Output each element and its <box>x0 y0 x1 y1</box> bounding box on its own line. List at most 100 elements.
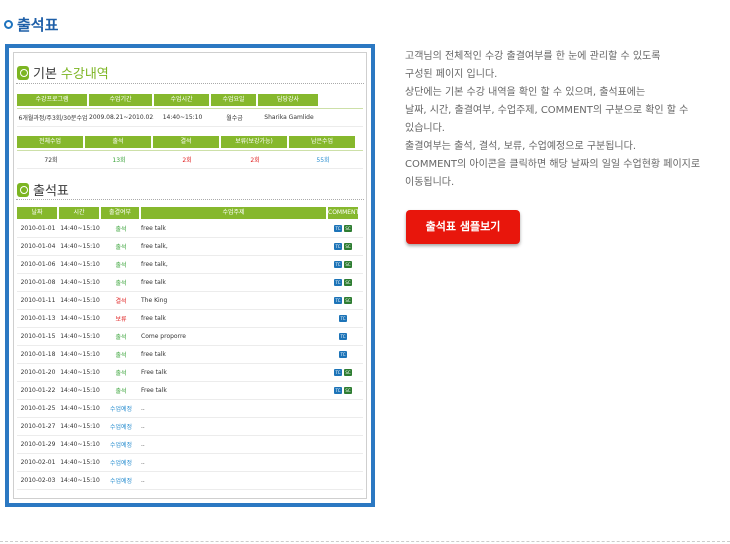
table-row: 2010-01-06 14:40~15:10 출석 free talk, TC SC <box>17 256 363 274</box>
basic-value-cell: Sharika Gamlide <box>264 114 314 121</box>
divider <box>16 199 364 200</box>
basic-value-row: 6개월과정/주3회/30분수업2009.08.21~2010.02.03 14:4… <box>17 109 363 127</box>
basic-header-cell: 수업요일 <box>211 93 256 106</box>
table-row: 2010-01-22 14:40~15:10 출석 Free talk TC SC <box>17 382 363 400</box>
table-row: 2010-01-13 14:40~15:10 보류 free talk TC <box>17 310 363 328</box>
student-comment-icon[interactable]: SC <box>344 387 352 394</box>
teacher-comment-icon[interactable]: TC <box>334 243 342 250</box>
teacher-comment-icon[interactable]: TC <box>334 279 342 286</box>
date-cell: 2010-01-01 <box>20 225 56 232</box>
status-cell: 결석 <box>115 298 127 305</box>
status-cell: 출석 <box>115 334 127 341</box>
status-cell: 출석 <box>115 262 127 269</box>
date-cell: 2010-01-25 <box>20 405 56 412</box>
status-cell: 수업예정 <box>109 460 133 467</box>
date-cell: 2010-01-13 <box>20 315 56 322</box>
stats-value-cell: 13회 <box>112 157 126 164</box>
table-row: 2010-01-11 14:40~15:10 결석 The King TC SC <box>17 292 363 310</box>
student-comment-icon[interactable]: SC <box>344 279 352 286</box>
table-row: 2010-02-03 14:40~15:10 수업예정.. <box>17 472 363 490</box>
time-cell: 14:40~15:10 <box>60 279 100 286</box>
comment-cell: TC SC <box>328 243 358 250</box>
basic-value-cell: 2009.08.21~2010.02.03 <box>89 114 154 121</box>
status-cell: 수업예정 <box>109 478 133 485</box>
description: 고객님의 전체적인 수강 출결여부를 한 눈에 관리할 수 있도록 구성된 페이지… <box>405 48 730 192</box>
student-comment-icon[interactable]: SC <box>344 225 352 232</box>
basic-heading-prefix: 기본 <box>33 67 57 82</box>
student-comment-icon[interactable]: SC <box>344 297 352 304</box>
topic-cell: free talk <box>141 315 166 322</box>
attendance-header-row: 날짜 시간 출결여부 수업주제 COMMENT <box>17 206 363 220</box>
section-title-text: 출석표 <box>17 16 59 34</box>
teacher-comment-icon[interactable]: TC <box>334 297 342 304</box>
comment-cell: TC <box>328 333 358 340</box>
status-cell: 수업예정 <box>109 406 133 413</box>
description-line: 상단에는 기본 수강 내역을 확인 할 수 있으며, 출석표에는 <box>405 87 646 98</box>
time-cell: 14:40~15:10 <box>60 225 100 232</box>
comment-cell: TC SC <box>328 261 358 268</box>
student-comment-icon[interactable]: SC <box>344 369 352 376</box>
attendance-heading: 출석표 <box>17 180 69 199</box>
leaf-icon <box>17 65 29 80</box>
topic-cell: .. <box>141 441 145 448</box>
student-comment-icon[interactable]: SC <box>344 243 352 250</box>
table-row: 2010-01-15 14:40~15:10 출석 Come proporre TC <box>17 328 363 346</box>
table-row: 2010-02-01 14:40~15:10 수업예정.. <box>17 454 363 472</box>
date-cell: 2010-01-18 <box>20 351 56 358</box>
comment-cell: TC <box>328 315 358 322</box>
time-cell: 14:40~15:10 <box>60 405 100 412</box>
basic-header-row: 수강프로그램 수업기간 수업시간 수업요일 담당강사 <box>17 91 363 109</box>
circle-bullet-icon <box>4 20 13 29</box>
time-cell: 14:40~15:10 <box>60 261 100 268</box>
teacher-comment-icon[interactable]: TC <box>339 351 347 358</box>
time-cell: 14:40~15:10 <box>60 369 100 376</box>
topic-cell: Come proporre <box>141 333 186 340</box>
status-cell: 출석 <box>115 352 127 359</box>
stats-value-row: 72회 13회 2회 2회 55회 <box>17 151 363 169</box>
teacher-comment-icon[interactable]: TC <box>334 225 342 232</box>
topic-cell: .. <box>141 459 145 466</box>
comment-cell: TC SC <box>328 387 358 394</box>
attendance-heading-text: 출석표 <box>33 184 69 199</box>
basic-value-cell: 14:40~15:10 <box>162 114 203 121</box>
description-line: 구성된 페이지 입니다. <box>405 69 498 80</box>
teacher-comment-icon[interactable]: TC <box>339 315 347 322</box>
time-cell: 14:40~15:10 <box>60 351 100 358</box>
student-comment-icon[interactable]: SC <box>344 261 352 268</box>
table-row: 2010-01-20 14:40~15:10 출석 Free talk TC SC <box>17 364 363 382</box>
topic-cell: .. <box>141 477 145 484</box>
description-line: 출결여부는 출석, 결석, 보류, 수업예정으로 구분됩니다. <box>405 141 637 152</box>
basic-value-cell: 6개월과정/주3회/30분수업 <box>18 115 88 122</box>
stats-value-cell: 55회 <box>316 157 330 164</box>
teacher-comment-icon[interactable]: TC <box>334 369 342 376</box>
attendance-table: 날짜 시간 출결여부 수업주제 COMMENT 2010-01-01 14:40~15:1… <box>17 206 363 490</box>
section-title: 출석표 <box>4 14 58 35</box>
time-cell: 14:40~15:10 <box>60 459 100 466</box>
comment-cell: TC SC <box>328 225 358 232</box>
stats-value-cell: 2회 <box>250 157 260 164</box>
table-row: 2010-01-29 14:40~15:10 수업예정.. <box>17 436 363 454</box>
screenshot-frame: 기본 수강내역 수강프로그램 수업기간 수업시간 수업요일 담당강사 6개월과정/주3회… <box>5 44 375 507</box>
screenshot-inner: 기본 수강내역 수강프로그램 수업기간 수업시간 수업요일 담당강사 6개월과정/주3회… <box>13 52 367 499</box>
status-cell: 수업예정 <box>109 424 133 431</box>
attendance-header-cell: 날짜 <box>17 207 57 219</box>
date-cell: 2010-01-06 <box>20 261 56 268</box>
stats-header-cell: 결석 <box>153 135 219 148</box>
attendance-body: 2010-01-01 14:40~15:10 출석 free talk TC SC 2010… <box>17 220 363 490</box>
status-cell: 출석 <box>115 388 127 395</box>
date-cell: 2010-02-01 <box>20 459 56 466</box>
teacher-comment-icon[interactable]: TC <box>334 387 342 394</box>
teacher-comment-icon[interactable]: TC <box>339 333 347 340</box>
basic-header-cell: 담당강사 <box>258 93 318 106</box>
time-cell: 14:40~15:10 <box>60 387 100 394</box>
topic-cell: .. <box>141 405 145 412</box>
table-row: 2010-01-08 14:40~15:10 출석 free talk TC SC <box>17 274 363 292</box>
attendance-header-cell: 수업주제 <box>141 207 326 219</box>
time-cell: 14:40~15:10 <box>60 423 100 430</box>
time-cell: 14:40~15:10 <box>60 297 100 304</box>
sample-view-button[interactable]: 출석표 샘플보기 <box>406 210 520 244</box>
comment-cell: TC SC <box>328 279 358 286</box>
teacher-comment-icon[interactable]: TC <box>334 261 342 268</box>
leaf-icon <box>17 182 29 197</box>
table-row: 2010-01-27 14:40~15:10 수업예정.. <box>17 418 363 436</box>
